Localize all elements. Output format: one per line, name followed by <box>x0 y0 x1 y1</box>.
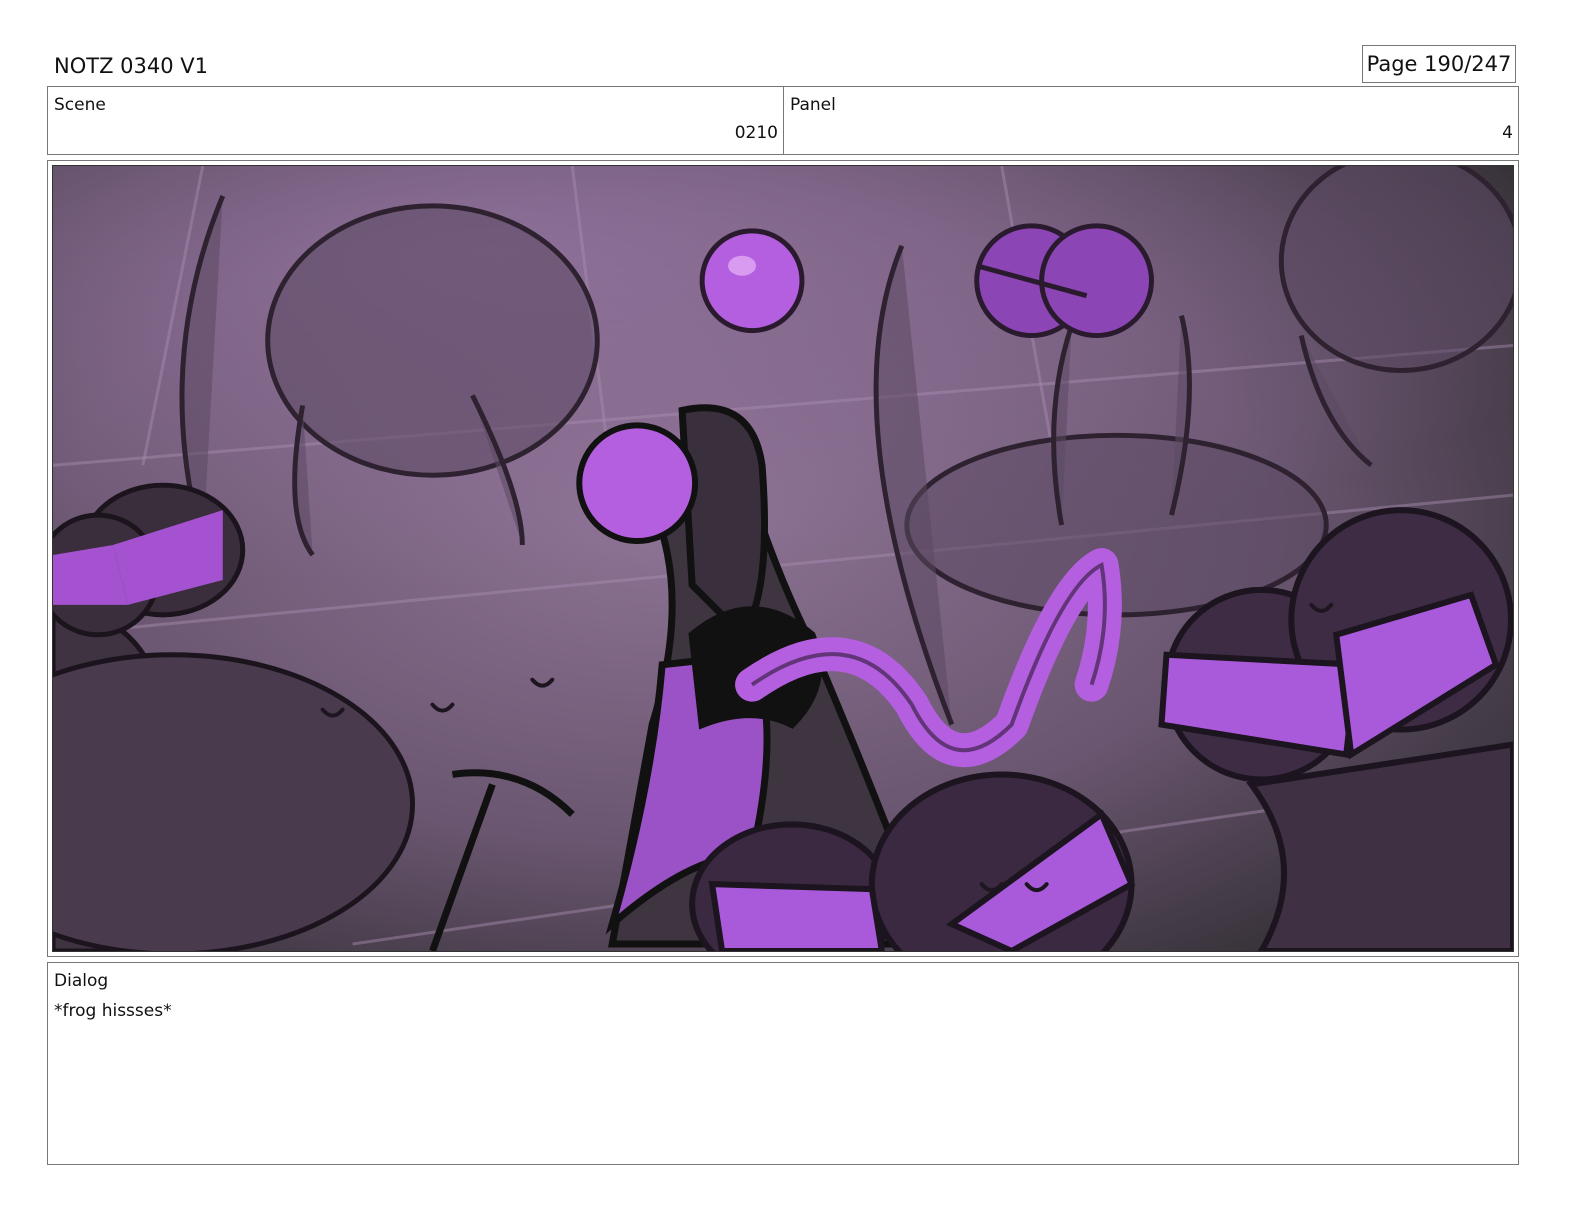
storyboard-image <box>52 165 1514 952</box>
dialog-box: Dialog *frog hissses* <box>47 962 1519 1165</box>
top-frog-eye <box>699 228 805 334</box>
document-title: NOTZ 0340 V1 <box>54 54 208 78</box>
dialog-label: Dialog <box>54 971 109 991</box>
storyboard-frame <box>47 160 1519 957</box>
scene-number: 0210 <box>734 123 778 143</box>
top-right-frog-eyes <box>974 223 1154 339</box>
panel-number: 4 <box>1502 123 1513 143</box>
panel-cell: Panel 4 <box>784 87 1518 154</box>
scene-cell: Scene 0210 <box>48 87 784 154</box>
page-number-box: Page 190/247 <box>1362 45 1516 83</box>
frogs-illustration <box>53 166 1513 951</box>
dialog-text: *frog hissses* <box>54 1001 172 1021</box>
scene-label: Scene <box>54 95 106 115</box>
scene-panel-row: Scene 0210 Panel 4 <box>47 86 1519 155</box>
hissing-frog-eye <box>576 422 699 545</box>
panel-label: Panel <box>790 95 836 115</box>
